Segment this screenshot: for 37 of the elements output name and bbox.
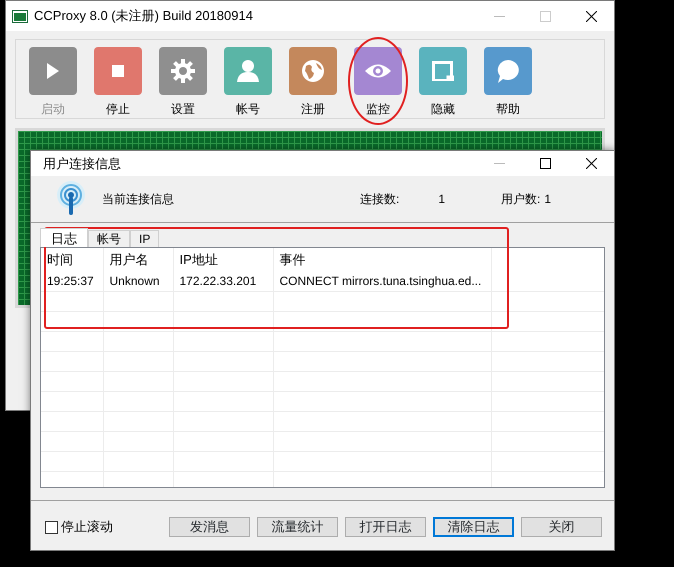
users-label: 用户数: [501, 191, 540, 208]
header-caption: 当前连接信息 [102, 191, 174, 208]
close-icon[interactable] [586, 10, 596, 22]
tab[interactable]: 日志 [40, 228, 88, 247]
connections-label: 连接数: [360, 191, 400, 208]
window-title: 用户连接信息 [43, 154, 121, 173]
users-count: 1 [544, 191, 552, 208]
window-title: CCProxy 8.0 (未注册) Build 20180914 [34, 7, 253, 26]
dialog-button[interactable]: 发消息 [169, 517, 250, 537]
dialog-button[interactable]: 打开日志 [345, 517, 426, 537]
eye-icon [365, 64, 391, 78]
checkbox-label: 停止滚动 [61, 518, 113, 536]
table-cell: Unknown [103, 271, 173, 291]
table-cell: 172.22.33.201 [173, 271, 273, 291]
dialog-button[interactable]: 关闭 [521, 517, 602, 537]
column-header[interactable]: 用户名 [103, 248, 173, 271]
dialog-button[interactable]: 清除日志 [433, 517, 514, 537]
table-cell: CONNECT mirrors.tuna.tsinghua.ed... [273, 271, 491, 291]
app-icon [12, 10, 28, 24]
tab[interactable]: IP [130, 230, 160, 247]
stop-icon [112, 65, 124, 77]
column-header[interactable]: 事件 [273, 248, 491, 271]
tab[interactable]: 帐号 [88, 230, 130, 247]
globe-icon [302, 60, 324, 82]
close-icon[interactable] [586, 158, 596, 169]
maximize-icon[interactable] [540, 158, 550, 169]
help-icon [497, 60, 519, 82]
person-icon [237, 60, 259, 82]
window-icon [432, 60, 454, 82]
antenna-icon [55, 181, 87, 217]
play-icon [47, 63, 59, 79]
dialog-button[interactable]: 流量统计 [257, 517, 338, 537]
checkbox[interactable] [45, 520, 58, 534]
table-cell: 19:25:37 [41, 271, 103, 291]
column-header[interactable]: IP地址 [173, 248, 273, 271]
connections-count: 1 [438, 191, 446, 208]
column-header[interactable]: 时间 [41, 248, 103, 271]
